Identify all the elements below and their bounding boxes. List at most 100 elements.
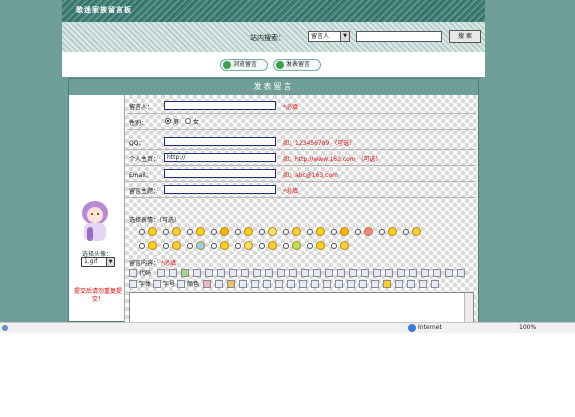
quote-icon[interactable] — [347, 280, 355, 288]
avatar-select[interactable]: 1.gif ▼ — [81, 257, 115, 267]
marquee-icon[interactable] — [287, 280, 295, 288]
sad-icon[interactable] — [412, 227, 421, 236]
emoticon-radio[interactable] — [403, 229, 409, 235]
align-justify-icon[interactable] — [385, 269, 393, 277]
underline-icon[interactable] — [227, 280, 235, 288]
emoticon-radio[interactable] — [211, 243, 217, 249]
sleepy-icon[interactable] — [196, 241, 205, 250]
emoticon-radio[interactable] — [331, 243, 337, 249]
emoticon-icon[interactable] — [371, 280, 379, 288]
preview-icon[interactable] — [419, 280, 427, 288]
laugh-icon[interactable] — [172, 227, 181, 236]
search-field-select[interactable]: 留言人 ▼ — [308, 31, 350, 42]
font-icon[interactable] — [129, 280, 137, 288]
paste-icon[interactable] — [181, 269, 189, 277]
shock-icon[interactable] — [316, 241, 325, 250]
emoticon-radio[interactable] — [283, 229, 289, 235]
thinking-icon[interactable] — [244, 241, 253, 250]
source-code-icon[interactable] — [129, 269, 137, 277]
emoticon-radio[interactable] — [139, 243, 145, 249]
emoticon-radio[interactable] — [211, 229, 217, 235]
surprise-icon[interactable] — [244, 227, 253, 236]
browse-messages-button[interactable]: 浏览留言 — [220, 59, 268, 71]
replace-icon[interactable] — [241, 269, 249, 277]
music-icon[interactable] — [395, 280, 403, 288]
cut-icon[interactable] — [157, 269, 165, 277]
angry-icon[interactable] — [172, 241, 181, 250]
remove-format-icon[interactable] — [265, 269, 273, 277]
emoticon-radio[interactable] — [259, 229, 265, 235]
chevron-down-icon[interactable]: ▼ — [340, 32, 349, 41]
background-color-icon[interactable] — [275, 280, 283, 288]
font-color-icon[interactable] — [177, 280, 185, 288]
iframe-icon[interactable] — [311, 280, 319, 288]
insert-flash-icon[interactable] — [301, 269, 309, 277]
insert-media-icon[interactable] — [313, 269, 321, 277]
insert-table-icon[interactable] — [277, 269, 285, 277]
strikethrough-icon[interactable] — [239, 280, 247, 288]
fieldset-icon[interactable] — [299, 280, 307, 288]
undo-icon[interactable] — [205, 269, 213, 277]
email-input[interactable] — [164, 169, 276, 178]
emoticon-radio[interactable] — [259, 243, 265, 249]
date-icon[interactable] — [323, 280, 331, 288]
emoticon-radio[interactable] — [235, 243, 241, 249]
find-icon[interactable] — [229, 269, 237, 277]
indent-icon[interactable] — [421, 269, 429, 277]
post-message-button[interactable]: 发表留言 — [273, 59, 321, 71]
emoticon-radio[interactable] — [139, 229, 145, 235]
happy-icon[interactable] — [268, 227, 277, 236]
search-button[interactable]: 搜 索 — [449, 30, 481, 43]
chevron-down-icon[interactable]: ▼ — [106, 258, 114, 266]
align-right-icon[interactable] — [373, 269, 381, 277]
ordered-list-icon[interactable] — [397, 269, 405, 277]
subscript-icon[interactable] — [263, 280, 271, 288]
font-size-icon[interactable] — [153, 280, 161, 288]
smiley-icon[interactable] — [383, 280, 391, 288]
help-icon[interactable] — [431, 280, 439, 288]
editor-scrollbar[interactable] — [464, 293, 473, 322]
italic-icon[interactable] — [215, 280, 223, 288]
confused-icon[interactable] — [220, 241, 229, 250]
select-all-icon[interactable] — [253, 269, 261, 277]
tongue-icon[interactable] — [292, 227, 301, 236]
video-icon[interactable] — [407, 280, 415, 288]
cool-icon[interactable] — [220, 227, 229, 236]
emoticon-radio[interactable] — [163, 243, 169, 249]
code-block-icon[interactable] — [359, 280, 367, 288]
message-editor[interactable] — [129, 292, 474, 322]
emoticon-radio[interactable] — [355, 229, 361, 235]
sweat-icon[interactable] — [340, 241, 349, 250]
subject-input[interactable] — [164, 185, 276, 194]
bold-icon[interactable] — [203, 280, 211, 288]
search-input[interactable] — [356, 31, 442, 42]
insert-image-icon[interactable] — [289, 269, 297, 277]
superscript-icon[interactable] — [251, 280, 259, 288]
redo-icon[interactable] — [217, 269, 225, 277]
homepage-input[interactable]: http:// — [164, 153, 276, 162]
unlink-icon[interactable] — [457, 269, 465, 277]
special-char-icon[interactable] — [337, 269, 345, 277]
emoticon-radio[interactable] — [163, 229, 169, 235]
align-center-icon[interactable] — [361, 269, 369, 277]
emoticon-radio[interactable] — [283, 243, 289, 249]
smile-icon[interactable] — [148, 227, 157, 236]
sick-icon[interactable] — [292, 241, 301, 250]
emoticon-radio[interactable] — [379, 229, 385, 235]
name-input[interactable] — [164, 101, 276, 110]
emoticon-radio[interactable] — [187, 243, 193, 249]
emoticon-radio[interactable] — [187, 229, 193, 235]
outdent-icon[interactable] — [433, 269, 441, 277]
wink-icon[interactable] — [196, 227, 205, 236]
horizontal-rule-icon[interactable] — [325, 269, 333, 277]
shy-icon[interactable] — [316, 227, 325, 236]
grin-icon[interactable] — [388, 227, 397, 236]
gender-male-radio[interactable] — [165, 118, 171, 124]
gender-female-radio[interactable] — [185, 118, 191, 124]
copy-icon[interactable] — [169, 269, 177, 277]
qq-input[interactable] — [164, 137, 276, 146]
time-icon[interactable] — [335, 280, 343, 288]
emoticon-radio[interactable] — [331, 229, 337, 235]
emoticon-radio[interactable] — [307, 229, 313, 235]
emoticon-radio[interactable] — [307, 243, 313, 249]
